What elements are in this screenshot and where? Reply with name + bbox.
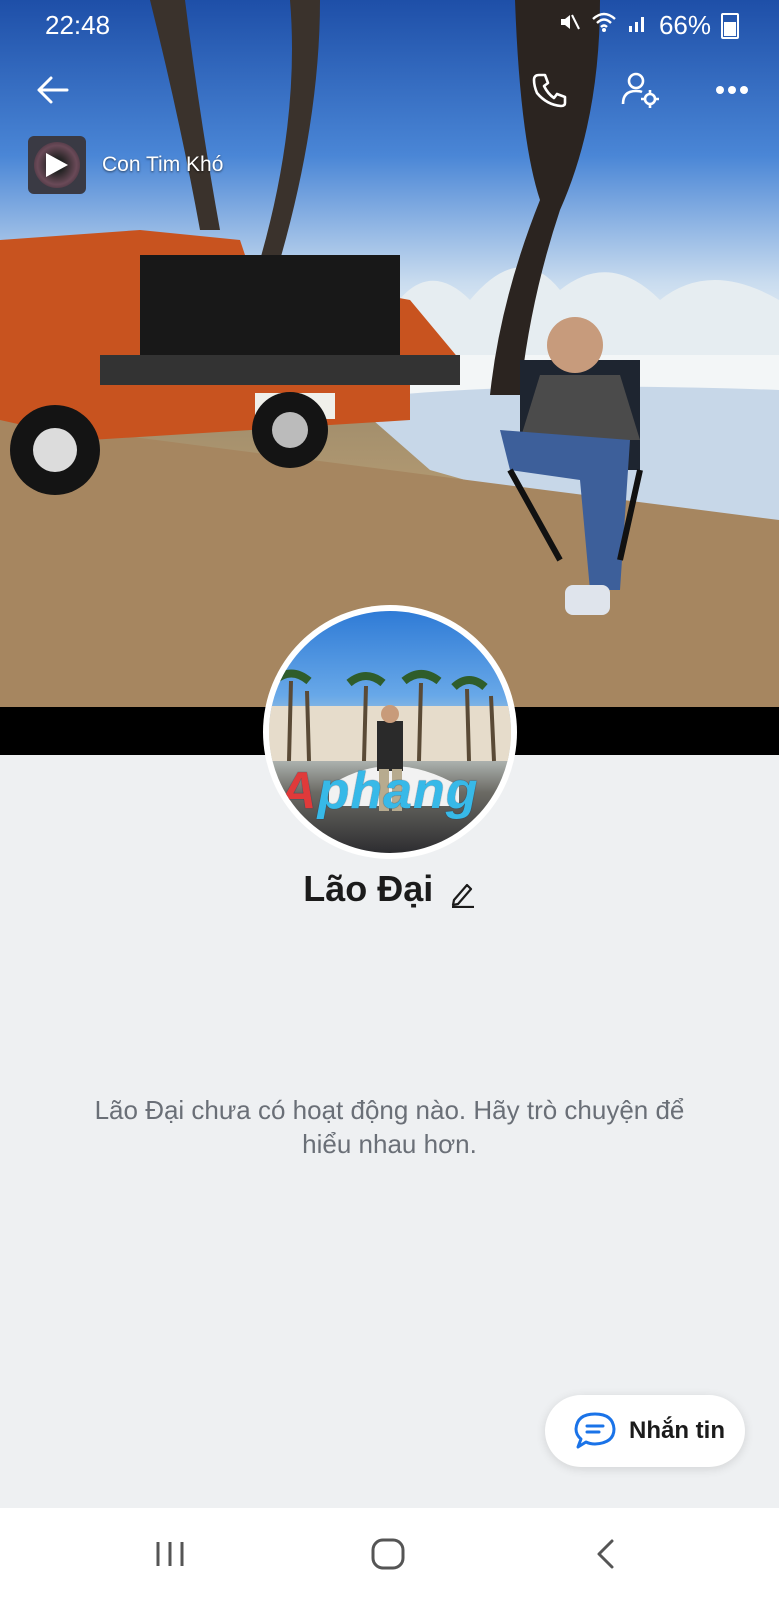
profile-name-row: Lão Đại [0,868,779,913]
empty-activity-message: Lão Đại chưa có hoạt động nào. Hãy trò c… [94,1095,685,1159]
message-button[interactable]: Nhắn tin [545,1395,745,1467]
home-icon[interactable] [358,1528,418,1580]
profile-avatar[interactable]: Aphang [263,605,517,859]
nav-back-icon[interactable] [575,1528,635,1580]
recent-apps-icon[interactable] [140,1528,200,1580]
status-icons: 66% [557,10,739,41]
profile-name: Lão Đại [303,868,434,909]
phone-icon[interactable] [522,62,578,118]
profile-topbar [0,60,779,120]
signal-icon [627,10,649,41]
avatar-image: Aphang [269,611,511,853]
pencil-icon[interactable] [450,880,476,913]
battery-percent: 66% [658,10,711,40]
back-arrow-icon[interactable] [24,62,80,118]
music-title: Con Tim Khó [102,153,224,176]
music-thumbnail [28,136,86,194]
status-time: 22:48 [45,10,111,40]
battery-icon [721,12,739,39]
avatar-watermark: Aphang [279,762,479,820]
status-bar: 22:48 66% [0,0,779,50]
more-dots-icon[interactable] [704,62,760,118]
message-button-label: Nhắn tin [629,1417,725,1444]
chat-bubble-icon [573,1411,617,1451]
profile-music[interactable]: Con Tim Khó [28,135,248,195]
mute-icon [557,10,581,41]
play-icon [46,153,68,177]
wifi-icon [591,10,617,41]
user-gear-icon[interactable] [612,62,668,118]
system-nav-bar [0,1508,779,1600]
